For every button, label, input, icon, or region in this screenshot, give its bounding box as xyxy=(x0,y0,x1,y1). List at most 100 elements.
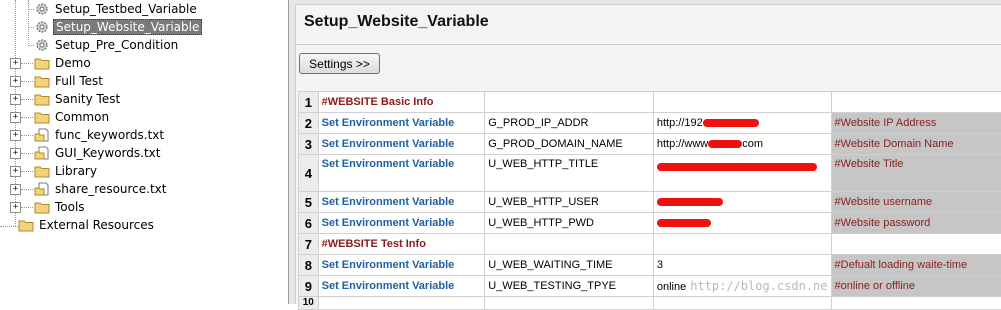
keyword-cell[interactable]: Set Environment Variable xyxy=(318,155,485,192)
tree-item-label: GUI_Keywords.txt xyxy=(53,146,162,160)
comment-cell[interactable]: #Website Domain Name xyxy=(831,134,1001,155)
grid-cell[interactable]: G_PROD_DOMAIN_NAME xyxy=(485,134,654,155)
comment-cell[interactable]: #Website password xyxy=(831,213,1001,234)
redaction-mark xyxy=(703,119,759,127)
gear-icon xyxy=(34,2,50,16)
grid-cell[interactable] xyxy=(653,297,831,310)
keyword-cell[interactable]: Set Environment Variable xyxy=(318,213,485,234)
comment-cell[interactable]: #Defualt loading waite-time xyxy=(831,255,1001,276)
tree-connector-line xyxy=(21,171,33,172)
table-row: 8 Set Environment Variable U_WEB_WAITING… xyxy=(299,255,1001,276)
tree-item-common[interactable]: Common xyxy=(34,108,111,126)
test-case-grid[interactable]: 1 #WEBSITE Basic Info 2 Set Environment … xyxy=(298,91,1001,310)
row-number[interactable]: 4 xyxy=(299,155,319,192)
settings-button[interactable]: Settings >> xyxy=(299,53,380,74)
expand-toggle[interactable]: + xyxy=(10,202,21,213)
row-number[interactable]: 3 xyxy=(299,134,319,155)
grid-cell[interactable] xyxy=(485,234,654,255)
expand-toggle[interactable]: + xyxy=(10,148,21,159)
comment-cell[interactable]: #online or offline xyxy=(831,276,1001,297)
grid-cell[interactable] xyxy=(653,92,831,113)
tree-item-setup-testbed-variable[interactable]: Setup_Testbed_Variable xyxy=(34,0,199,18)
grid-cell[interactable]: #WEBSITE Test Info xyxy=(318,234,485,255)
grid-cell[interactable]: http://192 xyxy=(653,113,831,134)
grid-cell[interactable] xyxy=(831,234,1001,255)
table-row: 6 Set Environment Variable U_WEB_HTTP_PW… xyxy=(299,213,1001,234)
tree-connector-line xyxy=(0,226,18,227)
tree-item-library[interactable]: Library xyxy=(34,162,99,180)
keyword-cell[interactable]: Set Environment Variable xyxy=(318,113,485,134)
table-row: 3 Set Environment Variable G_PROD_DOMAIN… xyxy=(299,134,1001,155)
grid-cell[interactable]: U_WEB_TESTING_TPYE xyxy=(485,276,654,297)
redaction-mark xyxy=(708,140,742,148)
tree-connector-line xyxy=(21,117,33,118)
row-number[interactable]: 5 xyxy=(299,192,319,213)
row-number[interactable]: 2 xyxy=(299,113,319,134)
tree-item-setup-website-variable[interactable]: Setup_Website_Variable xyxy=(34,18,202,36)
grid-cell[interactable]: 3 xyxy=(653,255,831,276)
grid-cell[interactable]: U_WEB_WAITING_TIME xyxy=(485,255,654,276)
tree-item-external-resources[interactable]: External Resources xyxy=(18,216,156,234)
row-number[interactable]: 6 xyxy=(299,213,319,234)
grid-cell[interactable]: onlinehttp://blog.csdn.ne xyxy=(653,276,831,297)
grid-cell[interactable] xyxy=(653,213,831,234)
table-row: 2 Set Environment Variable G_PROD_IP_ADD… xyxy=(299,113,1001,134)
table-row: 7 #WEBSITE Test Info xyxy=(299,234,1001,255)
keyword-cell[interactable]: Set Environment Variable xyxy=(318,276,485,297)
editor-pane: Setup_Website_Variable Settings >> 1 #WE… xyxy=(288,0,1001,304)
expand-toggle[interactable]: + xyxy=(10,130,21,141)
expand-toggle[interactable]: + xyxy=(10,166,21,177)
comment-cell[interactable]: #Website username xyxy=(831,192,1001,213)
grid-cell[interactable] xyxy=(831,297,1001,310)
folder-icon xyxy=(34,164,50,178)
comment-cell[interactable]: #Website IP Address xyxy=(831,113,1001,134)
row-number[interactable]: 9 xyxy=(299,276,319,297)
redaction-mark xyxy=(657,198,723,206)
tree-item-full-test[interactable]: Full Test xyxy=(34,72,105,90)
tree-item-sanity-test[interactable]: Sanity Test xyxy=(34,90,122,108)
tree-item-label: share_resource.txt xyxy=(53,182,169,196)
keyword-cell[interactable]: Set Environment Variable xyxy=(318,192,485,213)
tree-item-share-resource[interactable]: share_resource.txt xyxy=(34,180,169,198)
tree-item-func-keywords[interactable]: func_keywords.txt xyxy=(34,126,166,144)
expand-toggle[interactable]: + xyxy=(10,112,21,123)
grid-cell[interactable]: U_WEB_HTTP_TITLE xyxy=(485,155,654,192)
tree-item-setup-pre-condition[interactable]: Setup_Pre_Condition xyxy=(34,36,180,54)
tree-item-demo[interactable]: Demo xyxy=(34,54,93,72)
tree-item-label: Demo xyxy=(53,56,93,70)
keyword-cell[interactable]: Set Environment Variable xyxy=(318,255,485,276)
project-tree[interactable]: Setup_Testbed_Variable Setup_Website_Var… xyxy=(0,0,286,304)
row-number[interactable]: 8 xyxy=(299,255,319,276)
expand-toggle[interactable]: + xyxy=(10,76,21,87)
grid-cell[interactable] xyxy=(653,234,831,255)
grid-cell[interactable]: U_WEB_HTTP_PWD xyxy=(485,213,654,234)
grid-cell[interactable] xyxy=(653,155,831,192)
row-number[interactable]: 1 xyxy=(299,92,319,113)
expand-toggle[interactable]: + xyxy=(10,94,21,105)
grid-cell[interactable]: G_PROD_IP_ADDR xyxy=(485,113,654,134)
expand-toggle[interactable]: + xyxy=(10,58,21,69)
keyword-cell[interactable]: Set Environment Variable xyxy=(318,134,485,155)
tree-item-gui-keywords[interactable]: GUI_Keywords.txt xyxy=(34,144,162,162)
tree-item-label: External Resources xyxy=(37,218,156,232)
grid-cell[interactable] xyxy=(653,192,831,213)
tree-item-tools[interactable]: Tools xyxy=(34,198,87,216)
cell-value: http://192 xyxy=(657,117,703,129)
grid-cell[interactable] xyxy=(485,297,654,310)
row-number[interactable]: 10 xyxy=(299,297,319,310)
folder-icon xyxy=(34,74,50,88)
grid-cell[interactable] xyxy=(318,297,485,310)
table-row: 9 Set Environment Variable U_WEB_TESTING… xyxy=(299,276,1001,297)
redaction-mark xyxy=(657,219,711,227)
grid-cell[interactable]: http://wwwcom xyxy=(653,134,831,155)
row-number[interactable]: 7 xyxy=(299,234,319,255)
tree-connector-line xyxy=(21,63,33,64)
grid-cell[interactable]: U_WEB_HTTP_USER xyxy=(485,192,654,213)
cell-value: http://www xyxy=(657,138,708,150)
expand-toggle[interactable]: + xyxy=(10,184,21,195)
comment-cell[interactable]: #Website Title xyxy=(831,155,1001,192)
grid-cell[interactable] xyxy=(831,92,1001,113)
grid-cell[interactable] xyxy=(485,92,654,113)
editor-content: Setup_Website_Variable Settings >> 1 #WE… xyxy=(295,4,1001,304)
grid-cell[interactable]: #WEBSITE Basic Info xyxy=(318,92,485,113)
